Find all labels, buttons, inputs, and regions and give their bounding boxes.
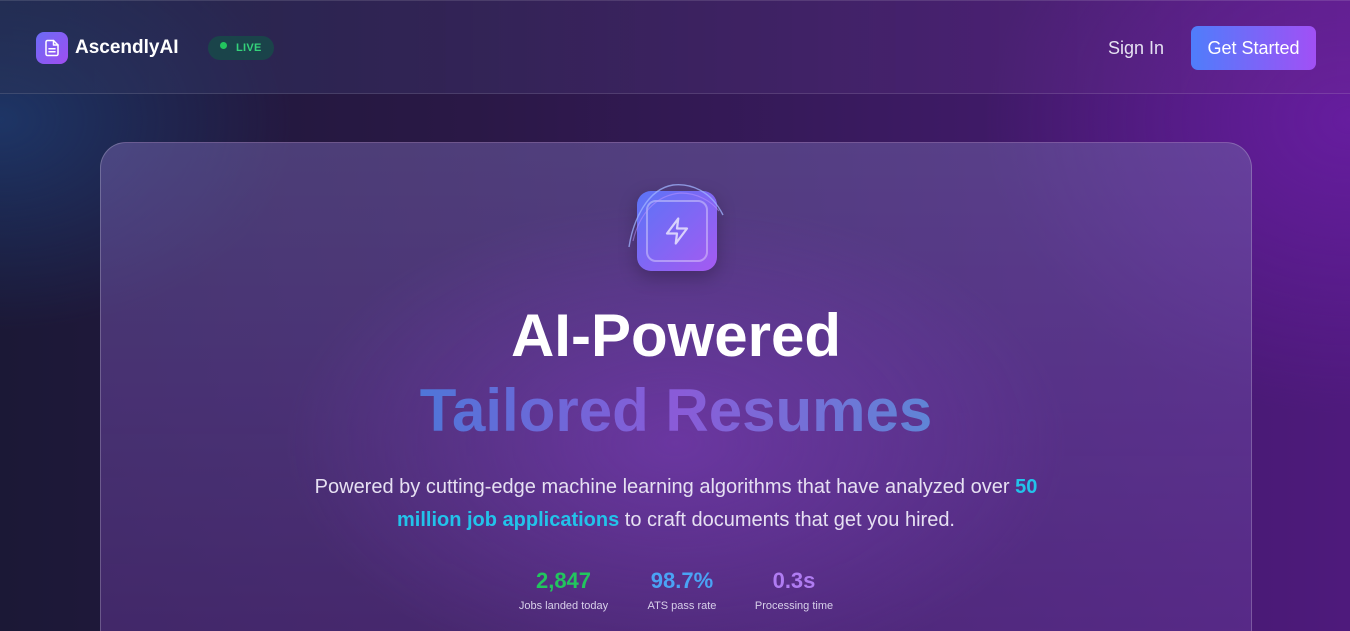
top-nav: AscendlyAI LIVE Sign In Get Started — [0, 0, 1350, 94]
get-started-button[interactable]: Get Started — [1191, 26, 1316, 70]
hero-card: AI-Powered Tailored Resumes Powered by c… — [100, 142, 1252, 631]
brand[interactable]: AscendlyAI — [36, 32, 178, 64]
sign-in-link[interactable]: Sign In — [1100, 35, 1172, 61]
stat-value: 2,847 — [535, 568, 592, 593]
brand-name: AscendlyAI — [75, 37, 179, 58]
stat-label: Processing time — [754, 600, 834, 612]
live-dot-icon — [220, 41, 227, 49]
stat-processing-time: 0.3s Processing time — [743, 567, 845, 612]
subtitle-text-end: to craft documents that get you hired. — [619, 509, 955, 531]
hero-title-line1: AI-Powered — [510, 302, 842, 369]
stat-jobs-landed: 2,847 Jobs landed today — [506, 567, 621, 612]
decorative-swirl — [628, 184, 724, 248]
document-icon — [36, 32, 68, 64]
stat-label: Jobs landed today — [518, 600, 609, 612]
stat-value: 0.3s — [772, 568, 816, 593]
hero-icon-container — [625, 181, 725, 281]
stat-value: 98.7% — [650, 568, 714, 593]
subtitle-text-start: Powered by cutting-edge machine learning… — [314, 476, 1016, 498]
stat-ats-pass-rate: 98.7% ATS pass rate — [636, 567, 728, 612]
live-badge-label: LIVE — [236, 42, 262, 54]
hero-title-gradient-text: Tailored Resumes — [419, 377, 933, 444]
stat-label: ATS pass rate — [647, 600, 717, 612]
hero-subtitle: Powered by cutting-edge machine learning… — [301, 471, 1051, 537]
live-badge: LIVE — [208, 36, 274, 60]
hero-title-line2: Tailored Resumes — [101, 376, 1251, 445]
